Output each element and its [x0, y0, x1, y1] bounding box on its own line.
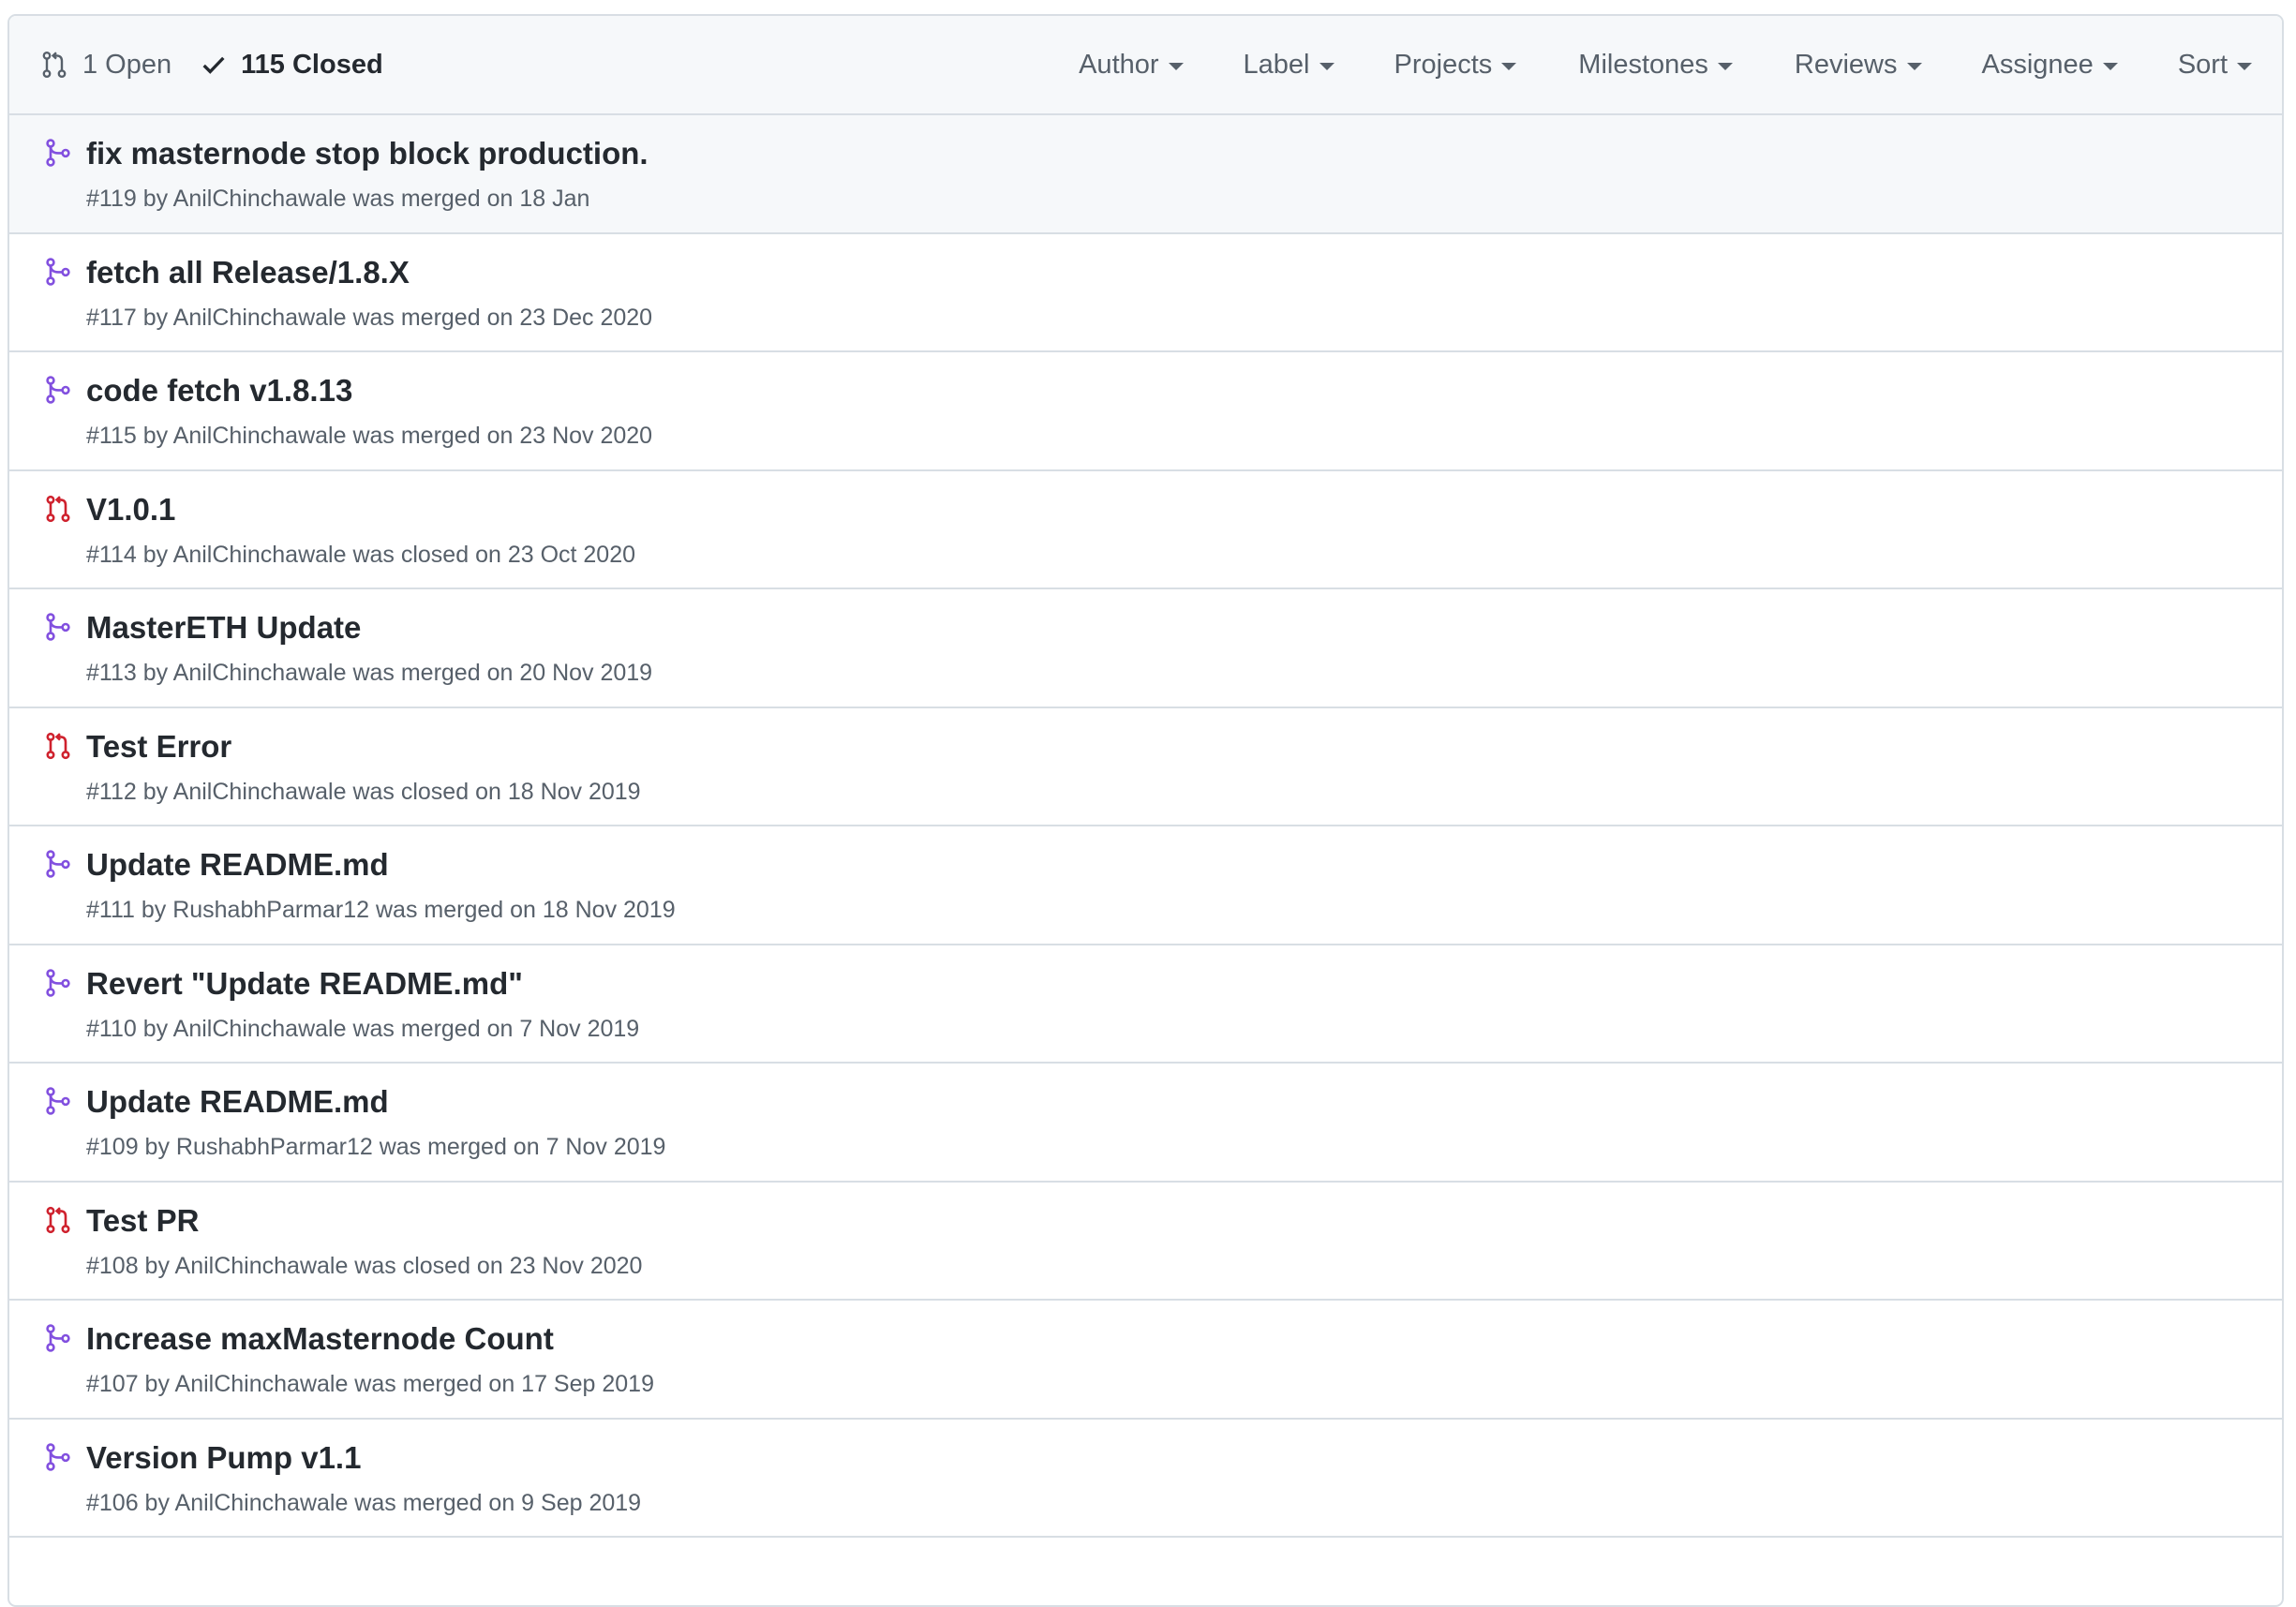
projects-filter-label: Projects: [1394, 49, 1493, 80]
pull-request-title-link[interactable]: code fetch v1.8.13: [86, 373, 352, 409]
pull-request-meta: #110 by AnilChinchawale was merged on 7 …: [86, 1015, 640, 1042]
assignee-filter-dropdown[interactable]: Assignee: [1982, 50, 2118, 81]
pull-request-title-link[interactable]: Version Pump v1.1: [86, 1440, 361, 1476]
pull-request-title-link[interactable]: fetch all Release/1.8.X: [86, 255, 410, 290]
author-filter-label: Author: [1079, 49, 1159, 80]
milestones-filter-label: Milestones: [1578, 49, 1708, 80]
pull-request-row[interactable]: Version Pump v1.1 #106 by AnilChinchawale…: [9, 1420, 2282, 1538]
label-filter-dropdown[interactable]: Label: [1244, 50, 1334, 81]
merged-pr-icon: [43, 138, 73, 168]
merged-pr-icon: [43, 1086, 73, 1116]
caret-down-icon: [2102, 62, 2118, 70]
closed-count-label: 115 Closed: [241, 49, 383, 80]
assignee-filter-label: Assignee: [1981, 49, 2094, 80]
pull-request-meta: #114 by AnilChinchawale was closed on 23…: [86, 541, 636, 568]
pull-request-meta: #115 by AnilChinchawale was merged on 23…: [86, 423, 653, 449]
merged-pr-icon: [43, 1442, 73, 1472]
projects-filter-dropdown[interactable]: Projects: [1394, 50, 1517, 81]
pull-request-meta: #109 by RushabhParmar12 was merged on 7 …: [86, 1134, 666, 1160]
pull-request-meta: #107 by AnilChinchawale was merged on 17…: [86, 1371, 654, 1397]
label-filter-label: Label: [1243, 49, 1310, 80]
merged-pr-icon: [43, 968, 73, 998]
pull-request-meta: #113 by AnilChinchawale was merged on 20…: [86, 660, 653, 686]
closed-pr-icon: [43, 1205, 73, 1235]
reviews-filter-label: Reviews: [1794, 49, 1898, 80]
caret-down-icon: [1501, 62, 1517, 70]
caret-down-icon: [1319, 62, 1334, 70]
pull-request-title-link[interactable]: Update README.md: [86, 1084, 389, 1120]
caret-down-icon: [1906, 62, 1922, 70]
reviews-filter-dropdown[interactable]: Reviews: [1795, 50, 1922, 81]
pull-request-meta: #111 by RushabhParmar12 was merged on 18…: [86, 897, 676, 923]
pull-request-title-link[interactable]: V1.0.1: [86, 492, 175, 528]
pull-request-meta: #119 by AnilChinchawale was merged on 18…: [86, 186, 590, 212]
pull-request-title-link[interactable]: MasterETH Update: [86, 610, 361, 646]
author-filter-dropdown[interactable]: Author: [1079, 49, 1184, 81]
pull-request-list: 1 Open 115 Closed Author Label Projects: [7, 14, 2284, 1607]
pull-request-meta: #106 by AnilChinchawale was merged on 9 …: [86, 1489, 642, 1516]
pull-request-meta: #117 by AnilChinchawale was merged on 23…: [86, 304, 653, 331]
pull-request-row[interactable]: V1.0.1 #114 by AnilChinchawale was closed…: [9, 471, 2282, 589]
pull-request-title-link[interactable]: Revert "Update README.md": [86, 966, 523, 1002]
pull-request-title-link[interactable]: Test PR: [86, 1203, 199, 1239]
pull-request-icon: [42, 52, 67, 78]
merged-pr-icon: [43, 612, 73, 642]
state-toggle: 1 Open 115 Closed: [39, 50, 383, 81]
open-count-label: 1 Open: [82, 49, 172, 80]
caret-down-icon: [1168, 62, 1184, 70]
merged-pr-icon: [43, 375, 73, 405]
pull-request-title-link[interactable]: Increase maxMasternode Count: [86, 1321, 554, 1357]
pull-request-row[interactable]: fix masternode stop block production. #11…: [9, 115, 2282, 234]
sort-label: Sort: [2177, 49, 2228, 80]
closed-pr-icon: [43, 731, 73, 761]
check-icon: [202, 56, 225, 74]
pull-request-row[interactable]: Update README.md #111 by RushabhParmar12 …: [9, 826, 2282, 945]
pull-request-row[interactable]: code fetch v1.8.13 #115 by AnilChinchawal…: [9, 352, 2282, 471]
pull-request-meta: #112 by AnilChinchawale was closed on 18…: [86, 778, 641, 805]
pull-request-meta: #108 by AnilChinchawale was closed on 23…: [86, 1252, 643, 1279]
pull-request-row[interactable]: Revert "Update README.md" #110 by AnilChi…: [9, 945, 2282, 1064]
pull-request-title-link[interactable]: fix masternode stop block production.: [86, 136, 649, 171]
pull-request-title-link[interactable]: Update README.md: [86, 847, 389, 883]
merged-pr-icon: [43, 1323, 73, 1353]
list-header: 1 Open 115 Closed Author Label Projects: [9, 16, 2282, 115]
pull-request-row[interactable]: Test Error #112 by AnilChinchawale was cl…: [9, 708, 2282, 826]
sort-dropdown[interactable]: Sort: [2178, 50, 2252, 81]
pull-request-row[interactable]: Test PR #108 by AnilChinchawale was close…: [9, 1183, 2282, 1301]
milestones-filter-dropdown[interactable]: Milestones: [1578, 50, 1733, 81]
filter-bar: Author Label Projects Milestones Reviews…: [1079, 16, 2282, 113]
merged-pr-icon: [43, 257, 73, 287]
open-filter-link[interactable]: 1 Open: [39, 50, 171, 81]
pull-request-rows: fix masternode stop block production. #11…: [9, 115, 2282, 1538]
pull-request-row[interactable]: Increase maxMasternode Count #107 by Anil…: [9, 1301, 2282, 1420]
caret-down-icon: [1717, 62, 1733, 70]
pull-request-row[interactable]: MasterETH Update #113 by AnilChinchawale …: [9, 589, 2282, 708]
merged-pr-icon: [43, 849, 73, 879]
caret-down-icon: [2237, 62, 2252, 70]
closed-pr-icon: [43, 494, 73, 524]
pull-request-row[interactable]: fetch all Release/1.8.X #117 by AnilChinc…: [9, 234, 2282, 352]
pull-request-row[interactable]: Update README.md #109 by RushabhParmar12 …: [9, 1064, 2282, 1183]
closed-filter-link[interactable]: 115 Closed: [200, 50, 383, 81]
pull-request-title-link[interactable]: Test Error: [86, 729, 231, 765]
